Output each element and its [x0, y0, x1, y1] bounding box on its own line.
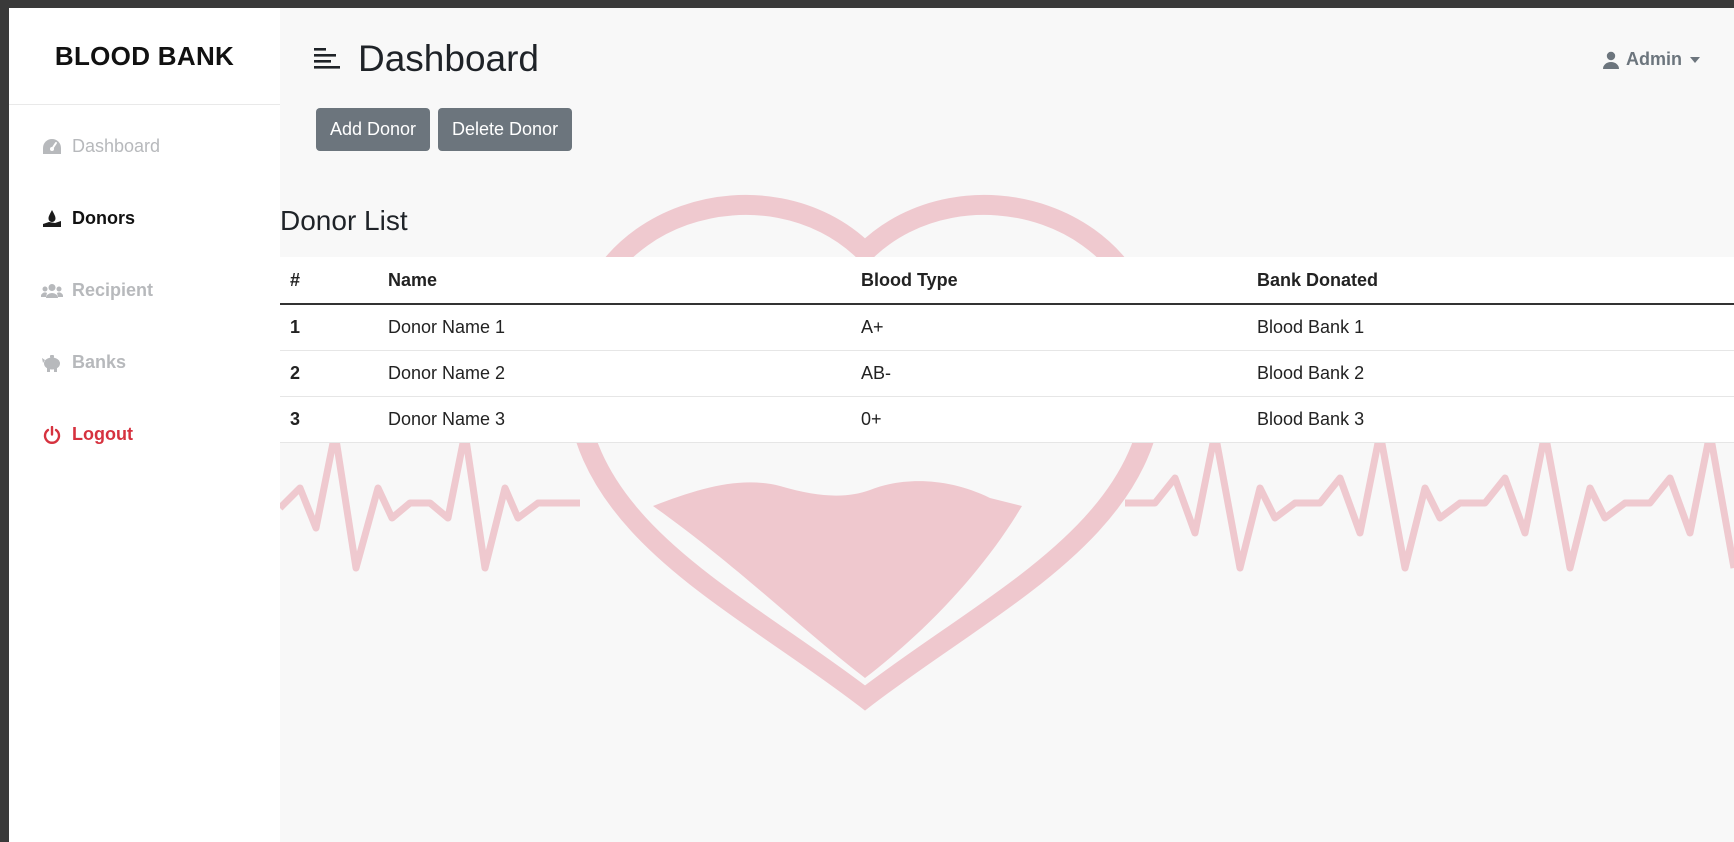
logout-button[interactable]: Logout: [41, 424, 133, 445]
gauge-icon: [41, 137, 63, 157]
sidebar-item-label: Recipient: [72, 280, 154, 300]
admin-user-menu[interactable]: Admin: [1603, 49, 1700, 70]
column-header-number: #: [280, 257, 378, 305]
donor-name-cell: Donor Name 2: [378, 350, 851, 397]
caret-down-icon: [1690, 56, 1700, 63]
bank-donated-cell: Blood Bank 1: [1247, 304, 1734, 351]
user-icon: [1603, 51, 1619, 69]
blood-type-cell: A+: [851, 304, 1247, 351]
admin-label: Admin: [1626, 49, 1682, 69]
users-icon: [41, 281, 63, 301]
row-number: 1: [280, 304, 378, 351]
hand-holding-drop-icon: [41, 209, 63, 229]
menu-toggle-icon[interactable]: [314, 46, 340, 70]
table-row[interactable]: 1 Donor Name 1 A+ Blood Bank 1: [280, 304, 1734, 351]
piggy-bank-icon: [41, 353, 63, 373]
sidebar-item-recipient[interactable]: Recipient: [41, 280, 153, 301]
column-header-blood-type: Blood Type: [851, 257, 1247, 305]
donor-list-title: Donor List: [280, 205, 408, 236]
sidebar-item-banks[interactable]: Banks: [41, 352, 126, 373]
donor-name-cell: Donor Name 1: [378, 304, 851, 351]
table-row[interactable]: 3 Donor Name 3 0+ Blood Bank 3: [280, 396, 1734, 443]
column-header-bank-donated: Bank Donated: [1247, 257, 1734, 305]
sidebar-item-label: Dashboard: [72, 136, 161, 156]
bank-donated-cell: Blood Bank 3: [1247, 396, 1734, 443]
bank-donated-cell: Blood Bank 2: [1247, 350, 1734, 397]
table-row[interactable]: 2 Donor Name 2 AB- Blood Bank 2: [280, 350, 1734, 397]
sidebar-item-donors[interactable]: Donors: [41, 208, 135, 229]
sidebar-item-label: Donors: [72, 208, 135, 228]
donor-table: # Name Blood Type Bank Donated 1 Donor N…: [280, 257, 1734, 443]
sidebar-item-dashboard[interactable]: Dashboard: [41, 136, 160, 157]
table-header-row: # Name Blood Type Bank Donated: [280, 257, 1734, 305]
page-title: Dashboard: [358, 38, 540, 79]
column-header-name: Name: [378, 257, 851, 305]
row-number: 3: [280, 396, 378, 443]
add-donor-button[interactable]: Add Donor: [316, 108, 431, 151]
brand-logo: BLOOD BANK: [9, 8, 280, 105]
donor-name-cell: Donor Name 3: [378, 396, 851, 443]
main-content: Dashboard Admin Add Donor Delete Donor D…: [280, 8, 1734, 842]
sidebar-item-label: Logout: [72, 424, 133, 444]
power-icon: [41, 425, 63, 445]
app-window: BLOOD BANK Dashboard Donors Recipient Ba…: [9, 8, 1734, 842]
sidebar-item-label: Banks: [72, 352, 127, 372]
sidebar: BLOOD BANK Dashboard Donors Recipient Ba…: [9, 8, 280, 842]
row-number: 2: [280, 350, 378, 397]
blood-type-cell: AB-: [851, 350, 1247, 397]
blood-type-cell: 0+: [851, 396, 1247, 443]
delete-donor-button[interactable]: Delete Donor: [438, 108, 573, 151]
